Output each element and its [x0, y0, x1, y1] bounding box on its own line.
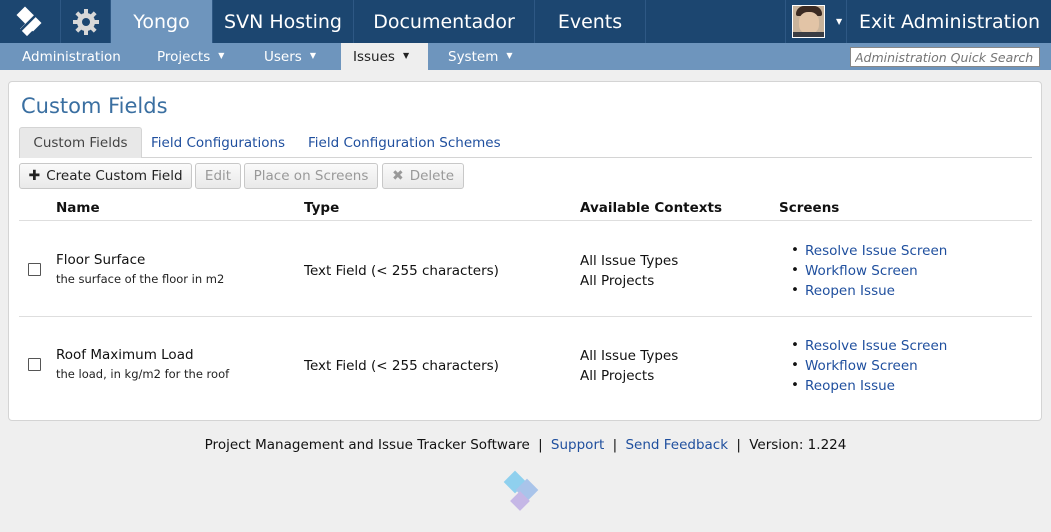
- column-header-name: Name: [56, 200, 100, 216]
- field-description: the load, in kg/m2 for the roof: [56, 367, 230, 381]
- avatar: [792, 5, 825, 38]
- screen-link-resolve-issue[interactable]: Resolve Issue Screen: [791, 242, 947, 259]
- field-name: Roof Maximum Load: [56, 347, 194, 363]
- screen-link-resolve-issue[interactable]: Resolve Issue Screen: [791, 337, 947, 354]
- footer: Project Management and Issue Tracker Sof…: [0, 437, 1051, 453]
- subnav-label: System: [448, 48, 499, 65]
- button-label: Delete: [409, 168, 455, 184]
- field-type: Text Field (< 255 characters): [304, 358, 499, 374]
- tab-field-configuration-schemes[interactable]: Field Configuration Schemes: [308, 127, 501, 158]
- subnav-users[interactable]: Users ▼: [264, 43, 316, 70]
- gear-icon[interactable]: [61, 0, 111, 43]
- subnav-administration[interactable]: Administration: [22, 43, 121, 70]
- app-logo-icon[interactable]: [0, 0, 61, 43]
- subnav-label: Administration: [22, 48, 121, 65]
- table-row: Roof Maximum Load the load, in kg/m2 for…: [19, 316, 1032, 411]
- nav-tab-documentador[interactable]: Documentador: [354, 0, 535, 43]
- tab-bar: Custom Fields Field Configurations Field…: [19, 127, 1032, 158]
- subnav-projects[interactable]: Projects ▼: [157, 43, 224, 70]
- context-issue-types: All Issue Types: [580, 253, 679, 269]
- chevron-down-icon: ▼: [309, 51, 316, 60]
- create-custom-field-button[interactable]: ✚ Create Custom Field: [19, 163, 192, 189]
- context-projects: All Projects: [580, 273, 655, 289]
- version-text: Version: 1.224: [749, 437, 847, 453]
- column-header-screens: Screens: [779, 200, 840, 216]
- screen-link-workflow[interactable]: Workflow Screen: [791, 262, 918, 279]
- chevron-down-icon: ▼: [218, 51, 225, 60]
- subnav-label: Issues: [353, 48, 395, 65]
- plus-icon: ✚: [28, 168, 41, 184]
- nav-tab-events[interactable]: Events: [535, 0, 646, 43]
- screen-link-workflow[interactable]: Workflow Screen: [791, 357, 918, 374]
- subnav-system[interactable]: System ▼: [448, 43, 513, 70]
- footer-separator: |: [538, 437, 543, 453]
- field-name: Floor Surface: [56, 252, 146, 268]
- exit-administration-link[interactable]: Exit Administration: [848, 0, 1051, 43]
- admin-quick-search-input[interactable]: [850, 47, 1040, 67]
- nav-tab-svn-hosting[interactable]: SVN Hosting: [213, 0, 354, 43]
- custom-fields-panel: Custom Fields Custom Fields Field Config…: [8, 81, 1042, 421]
- context-projects: All Projects: [580, 368, 655, 384]
- delete-button[interactable]: ✖ Delete: [382, 163, 464, 189]
- column-header-type: Type: [304, 200, 340, 216]
- nav-tab-yongo[interactable]: Yongo: [111, 0, 213, 43]
- close-icon: ✖: [391, 168, 404, 184]
- table-row: Floor Surface the surface of the floor i…: [19, 221, 1032, 316]
- screen-link-reopen-issue[interactable]: Reopen Issue: [791, 377, 895, 394]
- send-feedback-link[interactable]: Send Feedback: [625, 437, 728, 453]
- subnav-issues[interactable]: Issues ▼: [341, 43, 428, 70]
- edit-button[interactable]: Edit: [195, 163, 241, 189]
- subnav-label: Users: [264, 48, 302, 65]
- row-checkbox[interactable]: [28, 263, 41, 276]
- footer-logo-icon: [501, 468, 549, 518]
- footer-text: Project Management and Issue Tracker Sof…: [204, 437, 530, 453]
- context-issue-types: All Issue Types: [580, 348, 679, 364]
- chevron-down-icon: ▼: [506, 51, 513, 60]
- tab-custom-fields[interactable]: Custom Fields: [19, 127, 142, 158]
- screen-link-reopen-issue[interactable]: Reopen Issue: [791, 282, 895, 299]
- field-type: Text Field (< 255 characters): [304, 263, 499, 279]
- footer-separator: |: [612, 437, 618, 453]
- chevron-down-icon: ▼: [836, 17, 843, 26]
- tab-field-configurations[interactable]: Field Configurations: [151, 127, 285, 158]
- user-menu[interactable]: ▼: [785, 0, 847, 43]
- chevron-down-icon: ▼: [402, 51, 410, 60]
- field-description: the surface of the floor in m2: [56, 272, 225, 286]
- button-label: Create Custom Field: [46, 168, 183, 184]
- top-navigation-bar: Yongo SVN Hosting Documentador Events ▼ …: [0, 0, 1051, 43]
- support-link[interactable]: Support: [551, 437, 604, 453]
- subnav-label: Projects: [157, 48, 211, 65]
- place-on-screens-button[interactable]: Place on Screens: [244, 163, 378, 189]
- page-title: Custom Fields: [21, 94, 168, 118]
- column-header-contexts: Available Contexts: [580, 200, 722, 216]
- footer-separator: |: [736, 437, 741, 453]
- row-checkbox[interactable]: [28, 358, 41, 371]
